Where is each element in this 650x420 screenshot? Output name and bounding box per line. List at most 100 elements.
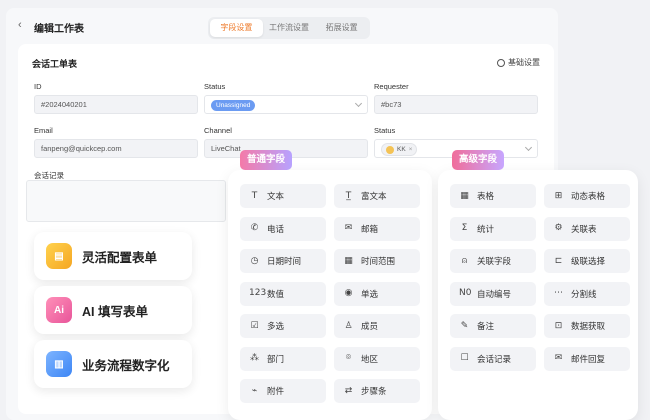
field-chip[interactable]: ✆ 电话 [240,216,326,241]
tab-workflow-settings[interactable]: 工作流设置 [263,19,316,37]
field-chip[interactable]: ▦ 表格 [450,184,536,208]
field-chip-label: 邮箱 [361,223,379,234]
field-chip-label: 表格 [477,191,495,201]
field-chip-label: 富文本 [361,191,387,201]
field-chip[interactable]: ◷ 日期时间 [240,249,326,273]
number-icon: 123 [249,288,267,298]
field-chip[interactable]: T̲ 富文本 [334,184,420,208]
field-chip-label: 文本 [267,191,285,201]
basic-settings-label: 基础设置 [508,58,540,67]
field-chip-label: 数据获取 [571,321,606,331]
auto-number-icon: N0 [459,288,472,298]
field-chip-label: 地区 [361,353,379,364]
back-icon[interactable]: ‹ [18,19,22,31]
field-chip-label: 会话记录 [477,353,512,364]
attachment-icon: ⌁ [251,385,258,396]
field-chip[interactable]: ☐ 会话记录 [450,346,536,371]
field-chip[interactable]: ⌾ 地区 [334,346,420,371]
field-chip[interactable]: ⚙ 关联表 [544,216,630,241]
field-chip[interactable]: ⌁ 附件 [240,379,326,403]
field-chip[interactable]: ✎ 备注 [450,314,536,338]
field-chip-label: 关联字段 [477,256,512,266]
field-chip[interactable]: 123 数值 [240,281,326,306]
field-chip[interactable]: ⇄ 步骤条 [334,379,420,403]
advanced-fields-heading: 高级字段 [452,150,505,170]
field-chip[interactable]: ⊡ 数据获取 [544,314,630,338]
id-label: ID [34,82,42,91]
data-fetch-icon: ⊡ [554,320,563,331]
status-badge: Unassigned [211,100,256,111]
steps-icon: ⇄ [344,385,353,396]
field-chip-label: 电话 [267,223,285,234]
field-chip-label: 级联选择 [571,256,606,266]
conversation-textarea[interactable] [26,180,226,222]
field-chip-label: 多选 [267,321,285,331]
chevron-down-icon [524,143,533,152]
field-chip[interactable]: ♙ 成员 [334,314,420,338]
chart-icon: ▥ [46,351,72,377]
ai-icon: Ai [46,297,72,323]
field-chip[interactable]: T 文本 [240,184,326,208]
clock-icon: ◷ [250,255,259,266]
page-title: 编辑工作表 [34,24,84,35]
field-chip[interactable]: ☑ 多选 [240,314,326,338]
field-chip[interactable]: ◉ 单选 [334,281,420,306]
field-chip[interactable]: ⍝ 关联字段 [450,249,536,273]
field-chip[interactable]: ⁂ 部门 [240,346,326,371]
tab-extension-settings[interactable]: 拓展设置 [315,19,368,37]
field-chip-label: 日期时间 [267,256,302,266]
rich-text-icon: T̲ [345,190,352,201]
field-chip-label: 关联表 [571,223,597,234]
field-chip[interactable]: Σ 统计 [450,216,536,241]
avatar [386,145,394,154]
department-icon: ⁂ [250,353,259,363]
note-icon: ✎ [460,320,469,331]
form-icon: ▤ [46,243,72,269]
dynamic-table-icon: ⊞ [554,190,563,201]
field-chip-label: 数值 [267,288,285,299]
status-label: Status [204,82,226,91]
phone-icon: ✆ [250,223,259,233]
divider-icon: ⋯ [554,288,563,298]
gear-icon [497,58,505,67]
field-chip[interactable]: ✉ 邮箱 [334,216,420,241]
email-field[interactable]: fanpeng@quickcep.com [34,139,198,158]
advanced-fields-panel: ▦ 表格 ⊞ 动态表格 Σ 统计 ⚙ 关联表 ⍝ 关联字段 ⊏ 级联选择 N0 自动编号 ⋯ 分割线 ✎ 备注 ⊡ 数… [438,170,638,420]
channel-label: Channel [204,126,232,135]
close-icon[interactable]: × [409,144,413,155]
field-chip-label: 成员 [361,321,379,331]
field-chip-label: 备注 [477,321,495,331]
chevron-down-icon [354,99,363,108]
relation-table-icon: ⚙ [554,223,563,233]
field-chip-label: 邮件回复 [571,353,606,364]
id-field[interactable]: #2024040201 [34,95,198,114]
field-chip[interactable]: ▦ 时间范围 [334,249,420,273]
feature-card-flexible-form: ▤ 灵活配置表单 [34,232,192,280]
field-chip-label: 自动编号 [477,288,512,299]
calendar-icon: ▦ [344,255,353,266]
field-chip[interactable]: N0 自动编号 [450,281,536,306]
radio-icon: ◉ [344,288,353,298]
location-icon: ⌾ [345,353,352,363]
status-select[interactable]: Unassigned [204,95,368,114]
requester-field[interactable]: #bc73 [374,95,538,114]
tab-bar: 字段设置 工作流设置 拓展设置 [208,17,370,39]
text-icon: T [251,190,258,201]
field-chip[interactable]: ⋯ 分割线 [544,281,630,306]
conversation-icon: ☐ [460,353,469,363]
field-chip[interactable]: ✉ 邮件回复 [544,346,630,371]
field-chip-label: 部门 [267,353,285,364]
user-tag-label: KK [397,146,406,153]
field-chip-label: 时间范围 [361,256,396,266]
sum-icon: Σ [461,223,468,233]
tab-field-settings[interactable]: 字段设置 [210,19,263,37]
requester-label: Requester [374,82,409,91]
field-chip[interactable]: ⊞ 动态表格 [544,184,630,208]
basic-settings-button[interactable]: 基础设置 [497,57,540,68]
normal-fields-panel: T 文本 T̲ 富文本 ✆ 电话 ✉ 邮箱 ◷ 日期时间 ▦ 时间范围 123 数值 ◉ 单选 ☑ 多选 ♙ 成员 ⁂ 部… [228,170,432,420]
feature-card-business-flow: ▥ 业务流程数字化 [34,340,192,388]
field-chip-label: 单选 [361,288,379,299]
email-label: Email [34,126,53,135]
field-chip[interactable]: ⊏ 级联选择 [544,249,630,273]
member-icon: ♙ [344,320,353,331]
